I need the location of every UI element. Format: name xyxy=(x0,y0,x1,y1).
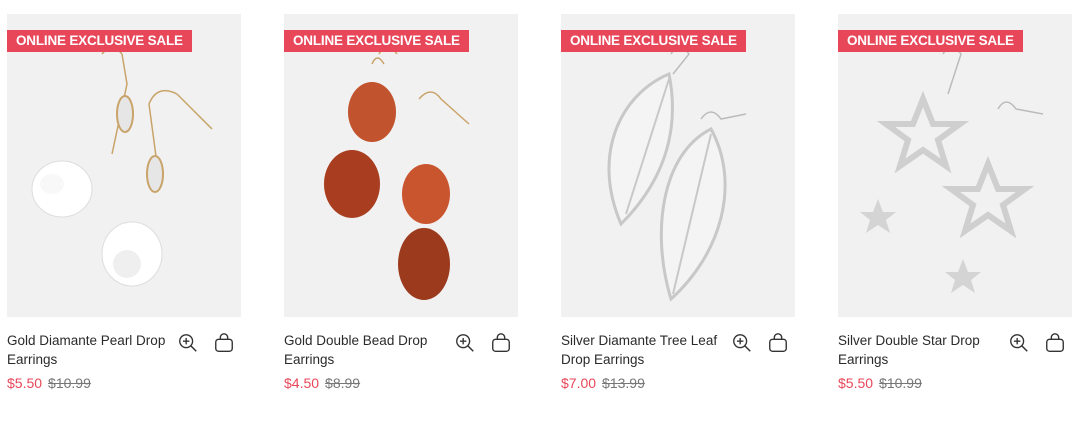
sale-price: $7.00 xyxy=(561,375,597,391)
original-price: $13.99 xyxy=(602,375,645,391)
price: $4.50 $8.99 xyxy=(284,375,360,391)
product-name[interactable]: Silver Diamante Tree Leaf Drop Earrings xyxy=(561,331,721,369)
zoom-in-icon[interactable] xyxy=(731,332,753,354)
sale-price: $5.50 xyxy=(7,375,43,391)
price: $7.00 $13.99 xyxy=(561,375,645,391)
shopping-bag-icon[interactable] xyxy=(1044,332,1066,354)
product-name[interactable]: Gold Double Bead Drop Earrings xyxy=(284,331,444,369)
online-exclusive-badge: ONLINE EXCLUSIVE SALE xyxy=(284,30,469,52)
zoom-in-icon[interactable] xyxy=(454,332,476,354)
pearl-earrings-image xyxy=(31,47,213,287)
product-card[interactable]: ONLINE EXCLUSIVE SALE Gold Double Bead D… xyxy=(284,14,518,397)
product-card[interactable]: ONLINE EXCLUSIVE SALE Silver Diamante Tr… xyxy=(561,14,795,397)
sale-price: $5.50 xyxy=(838,375,874,391)
online-exclusive-badge: ONLINE EXCLUSIVE SALE xyxy=(838,30,1023,52)
product-card[interactable]: ONLINE EXCLUSIVE SALE Silver Double Star… xyxy=(838,14,1072,397)
original-price: $10.99 xyxy=(879,375,922,391)
shopping-bag-icon[interactable] xyxy=(490,332,512,354)
original-price: $8.99 xyxy=(325,375,361,391)
star-earrings-image xyxy=(860,46,1044,293)
product-name[interactable]: Gold Diamante Pearl Drop Earrings xyxy=(7,331,167,369)
product-card[interactable]: ONLINE EXCLUSIVE SALE Gold Diamante Pear… xyxy=(7,14,241,397)
product-name[interactable]: Silver Double Star Drop Earrings xyxy=(838,331,998,369)
shopping-bag-icon[interactable] xyxy=(213,332,235,354)
product-image[interactable]: ONLINE EXCLUSIVE SALE xyxy=(7,14,241,317)
original-price: $10.99 xyxy=(48,375,91,391)
product-image[interactable]: ONLINE EXCLUSIVE SALE xyxy=(561,14,795,317)
leaf-earrings-image xyxy=(607,46,747,302)
product-image[interactable]: ONLINE EXCLUSIVE SALE xyxy=(838,14,1072,317)
bead-earrings-image xyxy=(324,46,470,300)
product-image[interactable]: ONLINE EXCLUSIVE SALE xyxy=(284,14,518,317)
price: $5.50 $10.99 xyxy=(838,375,922,391)
zoom-in-icon[interactable] xyxy=(1008,332,1030,354)
zoom-in-icon[interactable] xyxy=(177,332,199,354)
price: $5.50 $10.99 xyxy=(7,375,91,391)
online-exclusive-badge: ONLINE EXCLUSIVE SALE xyxy=(561,30,746,52)
shopping-bag-icon[interactable] xyxy=(767,332,789,354)
sale-price: $4.50 xyxy=(284,375,320,391)
online-exclusive-badge: ONLINE EXCLUSIVE SALE xyxy=(7,30,192,52)
